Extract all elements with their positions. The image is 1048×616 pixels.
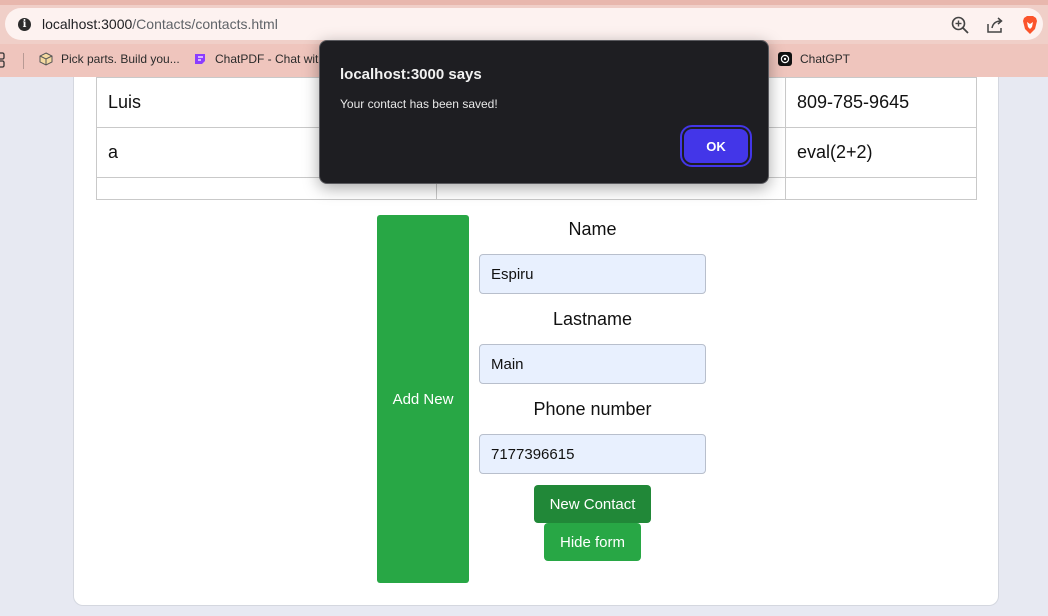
table-cell-phone: eval(2+2) xyxy=(785,127,977,178)
alert-dialog: localhost:3000 says Your contact has bee… xyxy=(319,40,769,184)
lastname-label: Lastname xyxy=(552,309,633,329)
table-cell-phone xyxy=(785,177,977,200)
url-path: /Contacts/contacts.html xyxy=(132,16,278,32)
phone-input[interactable] xyxy=(479,434,706,474)
bookmark-chatpdf[interactable]: ChatPDF - Chat with xyxy=(193,52,325,66)
url-text[interactable]: localhost:3000/Contacts/contacts.html xyxy=(42,16,278,32)
zoom-icon[interactable] xyxy=(950,15,970,35)
box-icon xyxy=(39,52,53,66)
site-info-icon[interactable]: i xyxy=(18,18,31,31)
bookmark-label: ChatPDF - Chat with xyxy=(215,52,326,66)
dialog-message: Your contact has been saved! xyxy=(340,97,498,111)
name-label: Name xyxy=(568,219,617,239)
dialog-title: localhost:3000 says xyxy=(340,66,482,83)
share-icon[interactable] xyxy=(985,15,1005,35)
add-new-button[interactable]: Add New xyxy=(377,215,469,583)
bookmark-chatgpt[interactable]: ChatGPT xyxy=(778,52,850,66)
phone-label: Phone number xyxy=(533,399,652,419)
new-contact-button[interactable]: New Contact xyxy=(534,485,651,523)
brave-lion-icon[interactable] xyxy=(1020,15,1040,35)
table-cell-phone: 809-785-9645 xyxy=(785,77,977,128)
name-input[interactable] xyxy=(479,254,706,294)
bookmark-label: ChatGPT xyxy=(800,52,851,66)
hide-form-button[interactable]: Hide form xyxy=(544,523,641,561)
address-bar-area: i localhost:3000/Contacts/contacts.html xyxy=(0,5,1048,44)
lastname-input[interactable] xyxy=(479,344,706,384)
bookmarks-separator xyxy=(23,53,24,69)
apps-grid-icon[interactable] xyxy=(0,52,10,68)
openai-icon xyxy=(778,52,792,66)
chatpdf-icon xyxy=(195,54,205,64)
bookmark-pcpartpicker[interactable]: Pick parts. Build you... xyxy=(39,52,180,66)
ok-button[interactable]: OK xyxy=(680,125,752,167)
url-host: localhost:3000 xyxy=(42,16,133,32)
bookmark-label: Pick parts. Build you... xyxy=(61,52,180,66)
url-box[interactable]: i localhost:3000/Contacts/contacts.html xyxy=(5,8,1043,40)
